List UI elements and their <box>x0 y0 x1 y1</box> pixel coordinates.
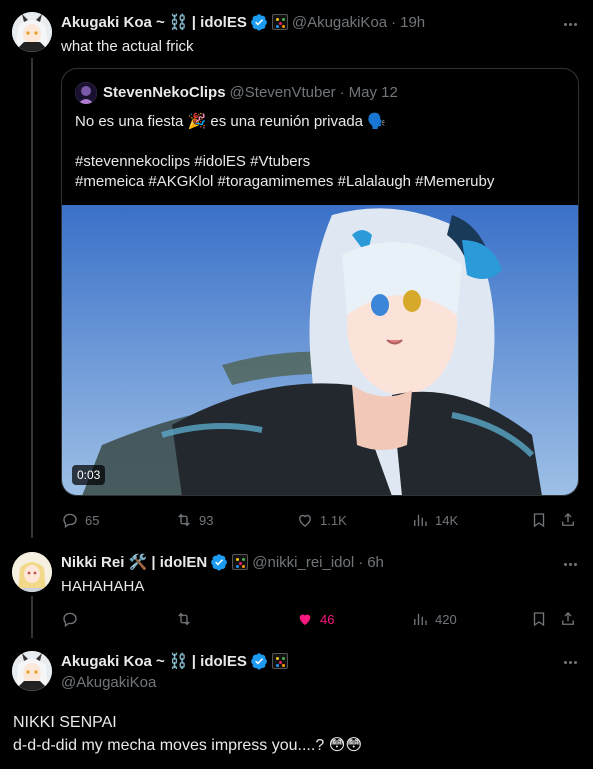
more-options-icon[interactable] <box>560 652 580 672</box>
repost-count: 93 <box>199 512 214 528</box>
repost-icon <box>178 513 190 527</box>
quote-text-line: No es una fiesta 🎉 es una reunión privad… <box>75 113 386 130</box>
views-button[interactable]: 14K <box>411 510 458 530</box>
bookmark-icon <box>533 513 545 528</box>
timestamp[interactable]: 6h <box>367 554 384 571</box>
like-count: 46 <box>320 611 335 627</box>
post-header: Nikki Rei 🛠️ | idolEN @nikki_rei_idol · … <box>61 553 384 572</box>
like-button[interactable]: 1.1K <box>296 510 347 530</box>
quote-date: May 12 <box>348 84 398 101</box>
verified-badge-icon <box>250 14 267 31</box>
views-chart-icon <box>414 514 427 526</box>
handle[interactable]: @AkugakiKoa <box>292 14 387 31</box>
avatar[interactable] <box>12 552 52 592</box>
post-actions: 46 420 <box>61 609 579 629</box>
verified-badge-icon <box>250 653 267 670</box>
thread-connector <box>31 58 33 538</box>
more-options-icon[interactable] <box>560 14 580 34</box>
handle[interactable]: @nikki_rei_idol <box>252 554 354 571</box>
avatar[interactable] <box>12 12 52 52</box>
post-header: Akugaki Koa ~ ⛓️ | idolES <box>61 652 288 670</box>
post-text-line: d-d-d-did my mecha moves impress you....… <box>13 737 363 754</box>
thread-connector <box>31 596 33 638</box>
like-button[interactable]: 46 <box>296 609 334 629</box>
separator-dot: · <box>339 84 345 101</box>
views-chart-icon <box>414 613 427 625</box>
post-header: Akugaki Koa ~ ⛓️ | idolES @AkugakiKoa · … <box>61 13 425 32</box>
post-text: what the actual frick <box>61 38 194 55</box>
views-count: 420 <box>435 611 457 627</box>
reply-button[interactable]: 65 <box>61 510 99 530</box>
repost-button[interactable]: 93 <box>175 510 213 530</box>
separator-dot: · <box>358 553 364 571</box>
bookmark-button[interactable] <box>530 510 548 530</box>
reply-icon <box>63 513 77 529</box>
quote-hashtags[interactable]: #stevennekoclips #idolES #Vtubers <box>75 152 310 172</box>
affiliate-badge-icon[interactable] <box>271 653 288 669</box>
quote-display-name: StevenNekoClips <box>103 84 226 101</box>
quote-hashtags[interactable]: #memeica #AKGKlol #toragamimemes #Lalala… <box>75 172 494 192</box>
post-actions: 65 93 1.1K 14K <box>61 510 579 530</box>
bookmark-icon <box>533 612 545 627</box>
separator-dot: · <box>391 13 397 31</box>
video-thumbnail[interactable]: 0:03 <box>62 205 578 495</box>
display-name[interactable]: Akugaki Koa ~ ⛓️ | idolES <box>61 13 247 31</box>
quoted-post[interactable]: StevenNekoClips @StevenVtuber · May 12 N… <box>61 68 579 496</box>
repost-button[interactable] <box>175 609 199 629</box>
repost-icon <box>178 612 190 626</box>
post-text-line: NIKKI SENPAI <box>13 714 117 731</box>
avatar[interactable] <box>12 651 52 691</box>
share-button[interactable] <box>559 510 577 530</box>
more-options-icon[interactable] <box>560 554 580 574</box>
display-name[interactable]: Nikki Rei 🛠️ | idolEN <box>61 553 207 571</box>
timestamp[interactable]: 19h <box>400 14 425 31</box>
quote-header: StevenNekoClips @StevenVtuber · May 12 <box>103 84 398 101</box>
affiliate-badge-icon[interactable] <box>271 14 288 30</box>
heart-icon <box>299 514 311 527</box>
share-icon <box>562 513 574 526</box>
heart-filled-icon <box>299 614 311 625</box>
verified-badge-icon <box>211 554 228 571</box>
share-icon <box>562 612 574 625</box>
display-name[interactable]: Akugaki Koa ~ ⛓️ | idolES <box>61 652 247 670</box>
affiliate-badge-icon[interactable] <box>232 554 249 570</box>
bookmark-button[interactable] <box>530 609 548 629</box>
reply-icon <box>63 612 77 628</box>
reply-button[interactable] <box>61 609 85 629</box>
views-button[interactable]: 420 <box>411 609 457 629</box>
quote-avatar <box>75 82 97 104</box>
like-count: 1.1K <box>320 512 347 528</box>
handle[interactable]: @AkugakiKoa <box>61 673 156 693</box>
reply-count: 65 <box>85 512 100 528</box>
views-count: 14K <box>435 512 459 528</box>
quote-handle: @StevenVtuber <box>229 84 336 101</box>
post-text: HAHAHAHA <box>61 578 145 595</box>
share-button[interactable] <box>559 609 577 629</box>
video-duration: 0:03 <box>72 465 106 485</box>
